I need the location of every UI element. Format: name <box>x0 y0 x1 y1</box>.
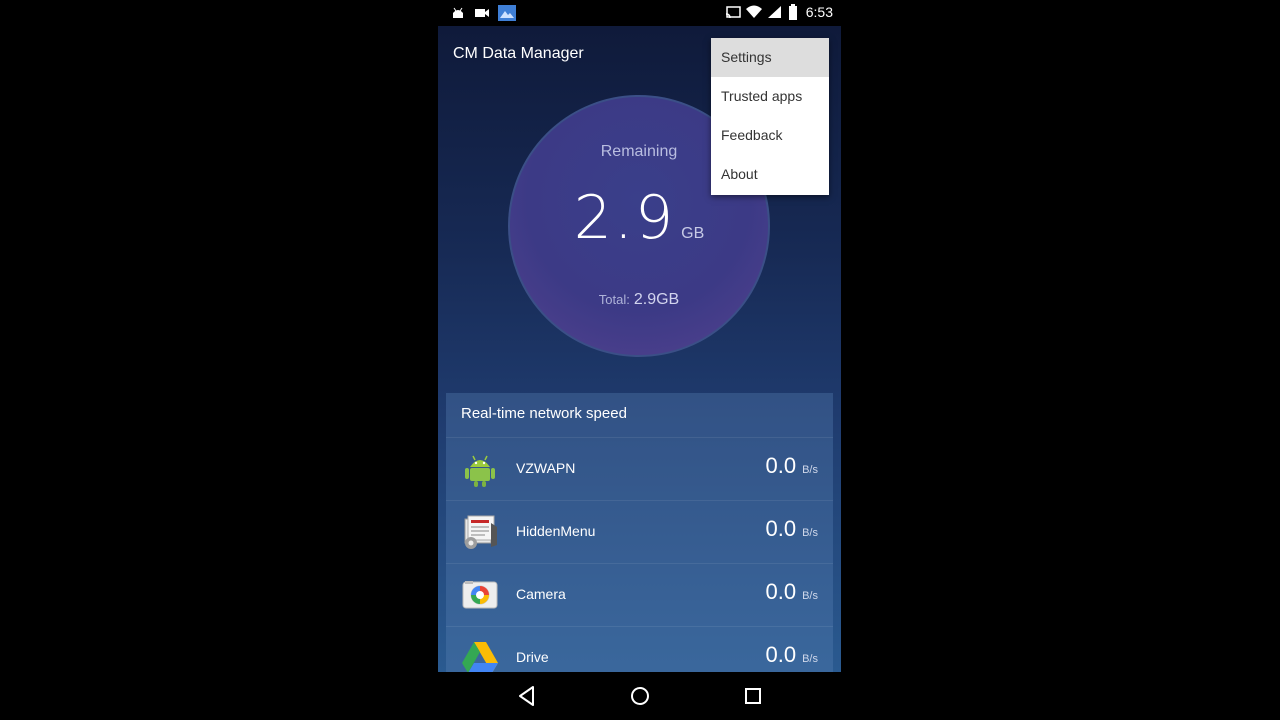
app-name: Drive <box>516 649 549 665</box>
speed-readout: 0.0 B/s <box>766 516 819 542</box>
cast-icon <box>725 6 741 19</box>
android-notif-icon <box>453 7 463 18</box>
status-right-icons: 6:53 <box>725 4 833 20</box>
app-screen: CM Data Manager Remaining 2.9 GB Total: 2.… <box>438 26 841 672</box>
speed-value: 0.0 <box>765 579 797 604</box>
speed-unit: B/s <box>802 527 818 539</box>
status-clock: 6:53 <box>805 4 833 20</box>
wifi-icon <box>745 5 762 18</box>
speed-readout: 0.0 B/s <box>766 642 819 668</box>
remaining-unit: GB <box>681 225 705 242</box>
overflow-menu: Settings Trusted apps Feedback About <box>711 38 829 195</box>
menu-item-about[interactable]: About <box>711 155 829 194</box>
remaining-value: 2.9 <box>573 183 676 253</box>
speed-readout: 0.0 B/s <box>766 579 819 605</box>
card-title: Real-time network speed <box>461 405 627 422</box>
speed-unit: B/s <box>802 653 818 665</box>
speed-readout: 0.0 B/s <box>766 453 819 479</box>
signal-icon <box>767 6 781 18</box>
home-icon[interactable] <box>628 684 652 708</box>
app-name: Camera <box>516 586 566 602</box>
android-robot-icon <box>465 455 495 487</box>
speed-unit: B/s <box>802 464 818 476</box>
hidden-menu-icon <box>464 515 497 549</box>
navigation-bar <box>438 672 841 720</box>
speed-value: 0.0 <box>765 516 797 541</box>
recents-icon[interactable] <box>741 684 765 708</box>
status-left-icons <box>450 5 516 21</box>
list-item-drive[interactable]: Drive 0.0 B/s <box>446 626 833 672</box>
photo-icon <box>498 5 516 21</box>
network-speed-card: Real-time network speed VZWAPN 0.0 B/s H… <box>446 393 833 672</box>
list-item-vzwapn[interactable]: VZWAPN 0.0 B/s <box>446 437 833 501</box>
total-label: Total: <box>598 292 630 307</box>
app-title: CM Data Manager <box>453 45 584 62</box>
menu-item-feedback[interactable]: Feedback <box>711 116 829 155</box>
total-value: 2.9GB <box>633 291 680 308</box>
list-item-camera[interactable]: Camera 0.0 B/s <box>446 563 833 627</box>
battery-icon <box>788 4 797 20</box>
status-bar: 6:53 <box>438 0 841 26</box>
speed-unit: B/s <box>802 590 818 602</box>
ring-total: Total: 2.9GB <box>510 291 768 309</box>
menu-item-settings[interactable]: Settings <box>711 38 829 77</box>
speed-value: 0.0 <box>765 642 797 667</box>
speed-value: 0.0 <box>765 453 797 478</box>
video-icon <box>475 9 489 17</box>
back-icon[interactable] <box>515 684 539 708</box>
phone-screen: 6:53 CM Data Manager Remaining 2.9 GB Tot… <box>438 0 841 720</box>
menu-item-trusted-apps[interactable]: Trusted apps <box>711 77 829 116</box>
drive-icon <box>462 642 498 672</box>
list-item-hiddenmenu[interactable]: HiddenMenu 0.0 B/s <box>446 500 833 564</box>
app-name: VZWAPN <box>516 460 576 476</box>
app-name: HiddenMenu <box>516 523 596 539</box>
camera-icon <box>462 581 498 609</box>
